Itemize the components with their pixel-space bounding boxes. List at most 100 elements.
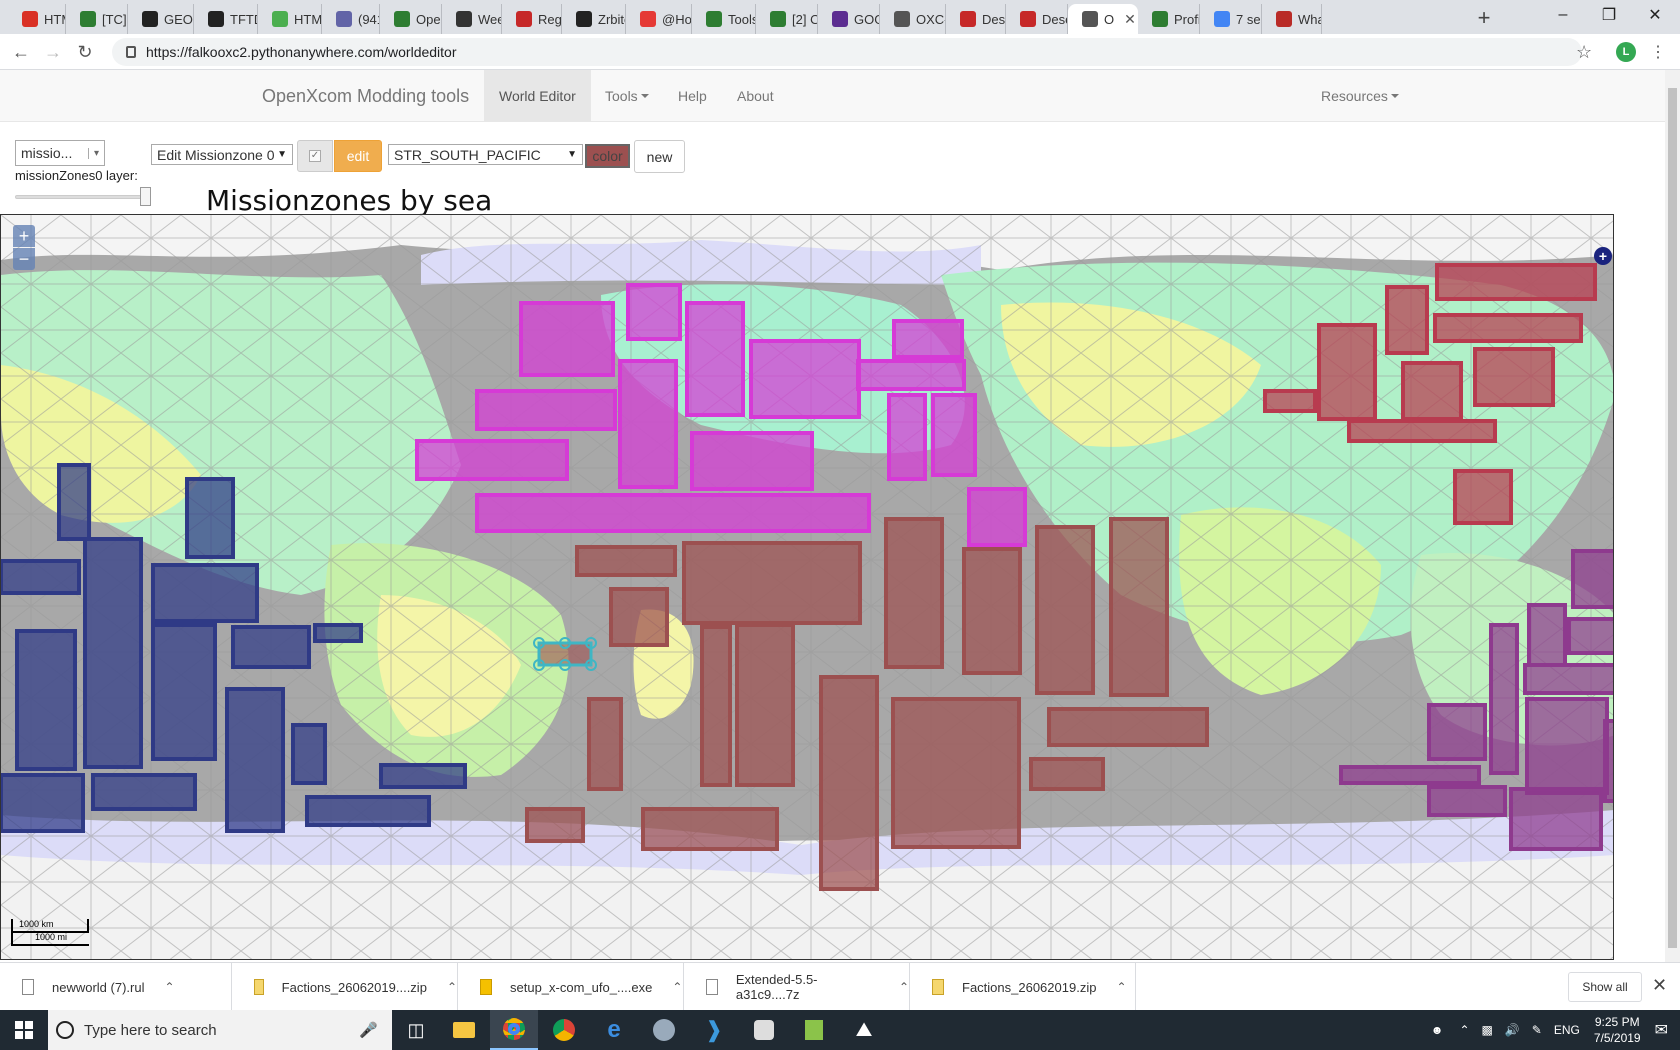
zone-select[interactable]: Edit Missionzone 0 ▼: [151, 144, 293, 165]
layer-select[interactable]: missio... ▾: [15, 140, 105, 166]
chevron-up-icon[interactable]: ⌃: [1459, 1023, 1469, 1037]
download-item[interactable]: Factions_26062019....zip ⌃: [232, 963, 458, 1011]
browser-tab[interactable]: HTML: [258, 4, 322, 34]
reload-icon[interactable]: ↻: [72, 40, 98, 64]
maximize-button[interactable]: ❐: [1586, 0, 1632, 30]
mission-zone-brown[interactable]: [735, 623, 795, 787]
mission-zone-red[interactable]: [1453, 469, 1513, 525]
mission-zone-navy[interactable]: [185, 477, 235, 559]
mission-zone-magenta[interactable]: [685, 301, 745, 417]
show-all-button[interactable]: Show all: [1568, 972, 1642, 1002]
mission-zone-magenta[interactable]: [475, 389, 617, 431]
chrome-icon[interactable]: [490, 1010, 538, 1050]
mission-zone-navy[interactable]: [1, 773, 85, 833]
region-select[interactable]: STR_SOUTH_PACIFIC ▼: [388, 144, 583, 165]
app-globe-icon[interactable]: [640, 1010, 688, 1050]
mission-zone-brown[interactable]: [819, 675, 879, 891]
mission-zone-red[interactable]: [1385, 285, 1429, 355]
mission-zone-navy[interactable]: [57, 463, 91, 541]
browser-tab[interactable]: Regis: [502, 4, 562, 34]
mission-zone-magenta[interactable]: [415, 439, 569, 481]
mission-zone-magenta[interactable]: [626, 283, 682, 341]
nav-about[interactable]: About: [722, 70, 789, 121]
close-tab-icon[interactable]: ✕: [1124, 11, 1136, 28]
chevron-up-icon[interactable]: ⌃: [164, 980, 174, 994]
chevron-up-icon[interactable]: ⌃: [1116, 980, 1126, 994]
mission-zone-magenta[interactable]: [887, 393, 927, 481]
mission-zone-brown[interactable]: [1047, 707, 1209, 747]
mission-zone-navy[interactable]: [291, 723, 327, 785]
mission-zone-red[interactable]: [1401, 361, 1463, 421]
mission-zone-red[interactable]: [1433, 313, 1583, 343]
browser-tab[interactable]: [2] O: [756, 4, 818, 34]
map-canvas[interactable]: [1, 215, 1614, 960]
mission-zone-purple[interactable]: [1527, 603, 1567, 667]
task-view-icon[interactable]: ◫: [392, 1010, 440, 1050]
browser-tab[interactable]: [TC] B: [66, 4, 128, 34]
selected-zone-rect[interactable]: [537, 641, 593, 667]
nav-tools[interactable]: Tools: [590, 70, 664, 121]
selected-zone[interactable]: [533, 637, 597, 671]
color-button[interactable]: color: [585, 144, 630, 168]
download-item[interactable]: newworld (7).rul ⌃: [0, 963, 232, 1011]
mission-zone-brown[interactable]: [682, 541, 862, 625]
mission-zone-magenta[interactable]: [892, 319, 964, 359]
volume-icon[interactable]: 🔊: [1505, 1023, 1520, 1037]
mission-zone-brown[interactable]: [575, 545, 677, 577]
mission-zone-magenta[interactable]: [618, 359, 678, 489]
chrome-alt-icon[interactable]: [540, 1010, 588, 1050]
mission-zone-magenta[interactable]: [690, 431, 814, 491]
browser-tab[interactable]: Weeb: [442, 4, 502, 34]
opacity-slider[interactable]: [15, 195, 143, 199]
mission-zone-purple[interactable]: [1427, 785, 1507, 817]
mission-zone-brown[interactable]: [587, 697, 623, 791]
mission-zone-brown[interactable]: [700, 625, 732, 787]
nav-help[interactable]: Help: [663, 70, 722, 121]
mission-zone-red[interactable]: [1347, 419, 1497, 443]
mission-zone-navy[interactable]: [91, 773, 197, 811]
file-explorer-icon[interactable]: [440, 1010, 488, 1050]
nav-resources[interactable]: Resources: [1306, 70, 1414, 121]
mission-zone-brown[interactable]: [884, 517, 944, 669]
mission-zone-brown[interactable]: [1029, 757, 1105, 791]
browser-tab[interactable]: Dese: [1006, 4, 1068, 34]
mission-zone-red[interactable]: [1473, 347, 1555, 407]
clock[interactable]: 9:25 PM 7/5/2019: [1594, 1014, 1641, 1046]
mission-zone-purple[interactable]: [1603, 719, 1614, 803]
people-icon[interactable]: ☻: [1431, 1023, 1444, 1037]
windows-start-icon[interactable]: [0, 1010, 48, 1050]
mission-zone-purple[interactable]: [1489, 623, 1519, 775]
browser-tab[interactable]: GOG: [818, 4, 880, 34]
mission-zone-navy[interactable]: [231, 625, 311, 669]
mission-zone-brown[interactable]: [525, 807, 585, 843]
mission-zone-brown[interactable]: [641, 807, 779, 851]
chevron-up-icon[interactable]: ⌃: [447, 980, 457, 994]
mission-zone-red[interactable]: [1317, 323, 1377, 421]
edit-button[interactable]: edit: [334, 140, 382, 172]
pen-icon[interactable]: ✎: [1532, 1023, 1542, 1037]
vscode-icon[interactable]: ❱: [690, 1010, 738, 1050]
mission-zone-navy[interactable]: [379, 763, 467, 789]
browser-tab[interactable]: Open: [380, 4, 442, 34]
mission-zone-purple[interactable]: [1339, 765, 1481, 785]
world-map[interactable]: + − + 1000 km 1000 mi: [0, 214, 1614, 960]
zoom-in-button[interactable]: +: [13, 225, 35, 247]
language-indicator[interactable]: ENG: [1554, 1023, 1580, 1037]
mission-zone-red[interactable]: [1263, 389, 1317, 413]
browser-tab[interactable]: Tools: [692, 4, 756, 34]
mission-zone-navy[interactable]: [1, 559, 81, 595]
mission-zone-magenta[interactable]: [475, 493, 871, 533]
visibility-checkbox[interactable]: ✓: [297, 140, 333, 172]
bookmark-star-icon[interactable]: ☆: [1576, 42, 1592, 63]
chevron-up-icon[interactable]: ⌃: [899, 980, 909, 994]
mission-zone-brown[interactable]: [962, 547, 1022, 675]
browser-tab[interactable]: What: [1262, 4, 1322, 34]
mission-zone-navy[interactable]: [225, 687, 285, 833]
mission-zone-purple[interactable]: [1567, 617, 1614, 655]
mission-zone-navy[interactable]: [313, 623, 363, 643]
mission-zone-navy[interactable]: [151, 563, 259, 623]
nav-world-editor[interactable]: World Editor: [484, 70, 591, 121]
scrollbar-thumb[interactable]: [1668, 88, 1677, 948]
photos-icon[interactable]: ⛰: [840, 1010, 888, 1050]
edge-icon[interactable]: e: [590, 1010, 638, 1050]
